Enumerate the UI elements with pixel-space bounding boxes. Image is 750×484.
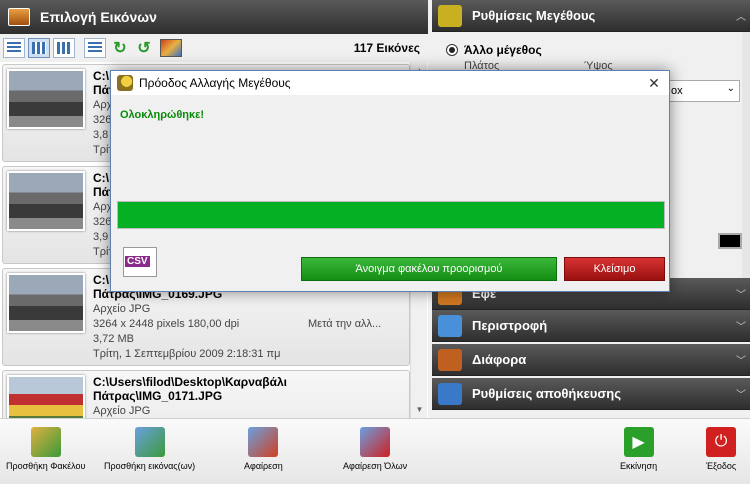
add-images-button[interactable]: Προσθήκη εικόνας(ων) [104, 427, 195, 471]
section-save-settings[interactable]: Ρυθμίσεις αποθήκευσης ﹀ [432, 378, 750, 410]
rotate-right-icon: ↺ [137, 40, 151, 57]
section-misc[interactable]: Διάφορα ﹀ [432, 344, 750, 376]
view-toolbar: ↻ ↺ 117 Εικόνες [0, 36, 428, 60]
close-icon[interactable]: ✕ [639, 71, 669, 95]
panel-title: Επιλογή Εικόνων [40, 9, 157, 25]
button-label: Κλείσιμο [593, 263, 636, 275]
save-settings-icon [438, 382, 462, 405]
item-type: Αρχείο JPG [93, 405, 151, 417]
resize-progress-dialog: Πρόοδος Αλλαγής Μεγέθους ✕ Ολοκληρώθηκε!… [110, 70, 670, 292]
chevron-down-icon: ﹀ [736, 322, 746, 333]
dialog-titlebar[interactable]: Πρόοδος Αλλαγής Μεγέθους ✕ [111, 71, 669, 95]
rotate-left-button[interactable]: ↻ [110, 38, 130, 58]
item-date: Τρίτη, 1 Σεπτεμβρίου 2009 2:18:31 πμ [93, 348, 281, 360]
section-title: Διάφορα [472, 352, 527, 367]
details-view-icon [7, 42, 21, 54]
other-size-label: Άλλο μέγεθος [464, 43, 542, 57]
dialog-title: Πρόοδος Αλλαγής Μεγέθους [139, 76, 291, 90]
resize-icon [438, 4, 462, 27]
start-button[interactable]: ▶ Εκκίνηση [620, 427, 657, 471]
other-size-radio[interactable] [446, 44, 458, 56]
button-label: Αφαίρεση Όλων [343, 461, 408, 471]
item-type: Αρχείο JPG [93, 303, 151, 315]
details-view-button[interactable] [3, 38, 25, 58]
button-label: Αφαίρεση [244, 461, 283, 471]
image-thumbnail [7, 273, 85, 333]
item-path: C:\ [93, 171, 109, 185]
list-item[interactable]: C:\Users\filod\Desktop\Καρναβάλι Πάτρας\… [2, 370, 410, 418]
tools-icon [438, 348, 462, 371]
app-icon [117, 75, 133, 91]
progress-bar [117, 201, 665, 229]
chevron-down-icon: ﹀ [736, 290, 746, 301]
item-dimensions: 3264 x 2448 pixels 180,00 dpi [93, 318, 240, 330]
item-size: 3,8 [93, 129, 109, 141]
scroll-down-icon[interactable]: ▼ [411, 401, 428, 418]
image-thumbnail [7, 69, 85, 129]
remove-all-icon [360, 427, 391, 457]
close-button[interactable]: Κλείσιμο [564, 257, 665, 281]
chevron-down-icon: ⌄ [726, 83, 735, 94]
add-folder-button[interactable]: Προσθήκη Φακέλου [6, 427, 85, 471]
image-thumbnail [7, 171, 85, 231]
button-label: Έξοδος [706, 461, 737, 471]
rotate-right-button[interactable]: ↺ [134, 38, 154, 58]
progress-fill [118, 202, 664, 228]
item-path: C:\ [93, 273, 109, 287]
exit-button[interactable]: ⏻ Έξοδος [706, 427, 736, 471]
item-dimensions: 326 [93, 114, 112, 126]
list-view-icon [88, 42, 102, 54]
image-selection-header: Επιλογή Εικόνων [0, 0, 428, 34]
item-path: C:\Users\filod\Desktop\Καρναβάλι [93, 375, 287, 389]
image-preview-button[interactable] [160, 39, 182, 57]
section-resize-settings[interactable]: Ρυθμίσεις Μεγέθους ︿ [432, 0, 750, 32]
button-label: Προσθήκη Φακέλου [6, 461, 86, 471]
section-title: Περιστροφή [472, 318, 548, 333]
images-icon [8, 8, 30, 26]
add-folder-icon [30, 427, 61, 457]
item-after-change: Μετά την αλλ... [308, 318, 382, 330]
item-size: 3,72 MB [93, 333, 134, 345]
rotate-icon [438, 314, 462, 337]
add-image-icon [134, 427, 165, 457]
button-label: Εκκίνηση [620, 461, 658, 471]
item-size: 3,9 [93, 231, 109, 243]
remove-image-icon [248, 427, 279, 457]
settings-scrollbar[interactable] [742, 32, 750, 278]
image-thumbnail [7, 375, 85, 418]
start-icon: ▶ [623, 427, 654, 457]
section-title: Ρυθμίσεις αποθήκευσης [472, 386, 621, 401]
button-label: Άνοιγμα φακέλου προορισμού [355, 263, 503, 275]
chevron-down-icon: ﹀ [736, 356, 746, 367]
tile-view-button[interactable] [53, 38, 75, 58]
open-destination-folder-button[interactable]: Άνοιγμα φακέλου προορισμού [301, 257, 557, 281]
item-dimensions: 326 [93, 216, 112, 228]
list-view-button[interactable] [84, 38, 106, 58]
background-color-swatch[interactable] [718, 233, 742, 249]
chevron-down-icon: ﹀ [736, 390, 746, 401]
csv-export-button[interactable]: CSV [123, 247, 157, 277]
item-path: C:\ [93, 69, 109, 83]
image-count: 117 Εικόνες [353, 41, 420, 55]
bottom-toolbar: Προσθήκη Φακέλου Προσθήκη εικόνας(ων) Αφ… [0, 418, 750, 484]
item-filename: Πάτρας\IMG_0171.JPG [93, 389, 223, 403]
section-rotation[interactable]: Περιστροφή ﹀ [432, 310, 750, 342]
remove-button[interactable]: Αφαίρεση [244, 427, 283, 471]
power-icon: ⏻ [706, 427, 737, 457]
button-label: Προσθήκη εικόνας(ων) [104, 461, 196, 471]
settings-bottom-strip [432, 410, 750, 418]
chevron-up-icon: ︿ [736, 12, 746, 23]
tile-view-icon [57, 42, 71, 54]
thumbnail-view-button[interactable] [28, 38, 50, 58]
section-title: Ρυθμίσεις Μεγέθους [472, 8, 596, 23]
unit-select[interactable]: ox ⌄ [668, 80, 740, 102]
unit-select-value: ox [671, 85, 683, 97]
completion-status: Ολοκληρώθηκε! [120, 109, 205, 121]
thumbnail-view-icon [32, 42, 46, 54]
csv-icon: CSV [125, 256, 150, 267]
remove-all-button[interactable]: Αφαίρεση Όλων [343, 427, 407, 471]
rotate-left-icon: ↻ [113, 40, 127, 57]
